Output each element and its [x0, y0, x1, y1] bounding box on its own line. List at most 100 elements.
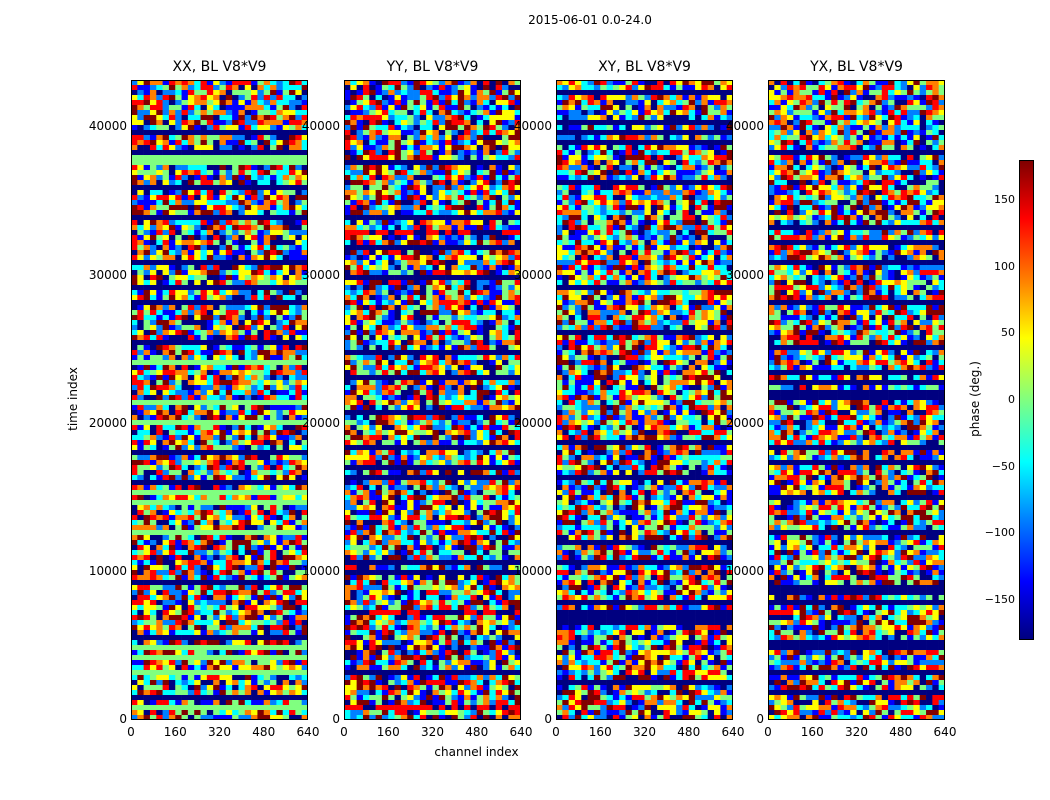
- heatmap-cell: [413, 300, 421, 306]
- heatmap-cell: [200, 430, 208, 436]
- heatmap-cell: [356, 245, 364, 251]
- heatmap-cell: [238, 85, 246, 91]
- heatmap-cell: [276, 400, 284, 406]
- heatmap-cell: [181, 700, 189, 706]
- heatmap-cell: [270, 135, 277, 141]
- heatmap-cell: [181, 555, 189, 561]
- heatmap-cell: [445, 140, 452, 146]
- heatmap-cell: [149, 455, 157, 461]
- heatmap-cell: [200, 670, 208, 676]
- heatmap-cell: [175, 95, 182, 101]
- heatmap-cell: [137, 275, 144, 281]
- heatmap-cell: [457, 195, 465, 201]
- heatmap-cell: [276, 330, 284, 336]
- heatmap-cell: [257, 160, 265, 166]
- heatmap-cell: [362, 145, 370, 151]
- heatmap-cell: [251, 550, 258, 556]
- heatmap-cell: [162, 600, 170, 606]
- heatmap-cell: [381, 300, 389, 306]
- heatmap-cell: [470, 265, 478, 271]
- heatmap-cell: [407, 85, 414, 91]
- heatmap-cell: [187, 425, 195, 431]
- heatmap-cell: [276, 665, 284, 671]
- heatmap-cell: [413, 205, 421, 211]
- heatmap-cell: [168, 385, 176, 391]
- heatmap-cell: [238, 640, 246, 646]
- heatmap-cell: [350, 165, 357, 171]
- heatmap-cell: [213, 270, 220, 276]
- heatmap-cell: [295, 670, 302, 676]
- heatmap-cell: [206, 695, 214, 701]
- heatmap-cell: [476, 125, 484, 131]
- heatmap-cell: [508, 200, 515, 206]
- heatmap-cell: [181, 85, 189, 91]
- heatmap-cell: [400, 180, 408, 186]
- heatmap-cell: [187, 435, 195, 441]
- heatmap-cell: [232, 240, 239, 246]
- heatmap-cell: [156, 530, 163, 536]
- heatmap-cell: [263, 465, 271, 471]
- heatmap-cell: [244, 100, 252, 106]
- heatmap-cell: [508, 190, 515, 196]
- heatmap-cell: [238, 600, 246, 606]
- heatmap-cell: [251, 630, 258, 636]
- heatmap-cell: [137, 325, 144, 331]
- heatmap-cell: [394, 255, 402, 261]
- heatmap-cell: [438, 225, 446, 231]
- heatmap-cell: [219, 455, 227, 461]
- heatmap-cell: [156, 505, 163, 511]
- heatmap-cell: [432, 200, 440, 206]
- heatmap-cell: [295, 655, 302, 661]
- heatmap-cell: [289, 390, 296, 396]
- heatmap-cell: [206, 130, 214, 136]
- heatmap-cell: [175, 625, 182, 631]
- heatmap-cell: [187, 265, 195, 271]
- heatmap-cell: [375, 150, 383, 156]
- heatmap-cell: [238, 595, 246, 601]
- heatmap-cell: [225, 445, 233, 451]
- heatmap-cell: [251, 500, 258, 506]
- heatmap-cell: [257, 115, 265, 121]
- heatmap-cell: [289, 140, 296, 146]
- heatmap-cell: [457, 165, 465, 171]
- heatmap-cell: [213, 545, 220, 551]
- heatmap-cell: [381, 110, 389, 116]
- heatmap-cell: [213, 345, 220, 351]
- heatmap-cell: [276, 240, 284, 246]
- heatmap-cell: [238, 375, 246, 381]
- heatmap-cell: [362, 260, 370, 266]
- heatmap-cell: [225, 620, 233, 626]
- heatmap-cell: [419, 225, 427, 231]
- heatmap-cell: [451, 85, 459, 91]
- heatmap-cell: [483, 210, 490, 216]
- heatmap-cell: [413, 160, 421, 166]
- heatmap-cell: [149, 670, 157, 676]
- heatmap-cell: [238, 520, 246, 526]
- heatmap-cell: [206, 215, 214, 221]
- heatmap-cell: [143, 395, 151, 401]
- heatmap-cell: [225, 145, 233, 151]
- heatmap-cell: [238, 590, 246, 596]
- heatmap-cell: [194, 315, 201, 321]
- heatmap-cell: [257, 375, 265, 381]
- heatmap-cell: [388, 235, 395, 241]
- heatmap-cell: [495, 195, 503, 201]
- heatmap-cell: [175, 505, 182, 511]
- heatmap-cell: [200, 490, 208, 496]
- heatmap-cell: [225, 645, 233, 651]
- heatmap-cell: [168, 425, 176, 431]
- heatmap-cell: [369, 125, 376, 131]
- heatmap-cell: [413, 90, 421, 96]
- heatmap-cell: [168, 470, 176, 476]
- heatmap-cell: [162, 670, 170, 676]
- heatmap-cell: [181, 645, 189, 651]
- heatmap-cell: [232, 245, 239, 251]
- heatmap-cell: [263, 460, 271, 466]
- heatmap-cell: [232, 490, 239, 496]
- heatmap-cell: [238, 575, 246, 581]
- heatmap-cell: [238, 385, 246, 391]
- heatmap-cell: [289, 455, 296, 461]
- heatmap-cell: [251, 450, 258, 456]
- heatmap-cell: [175, 525, 182, 531]
- heatmap-cell: [200, 615, 208, 621]
